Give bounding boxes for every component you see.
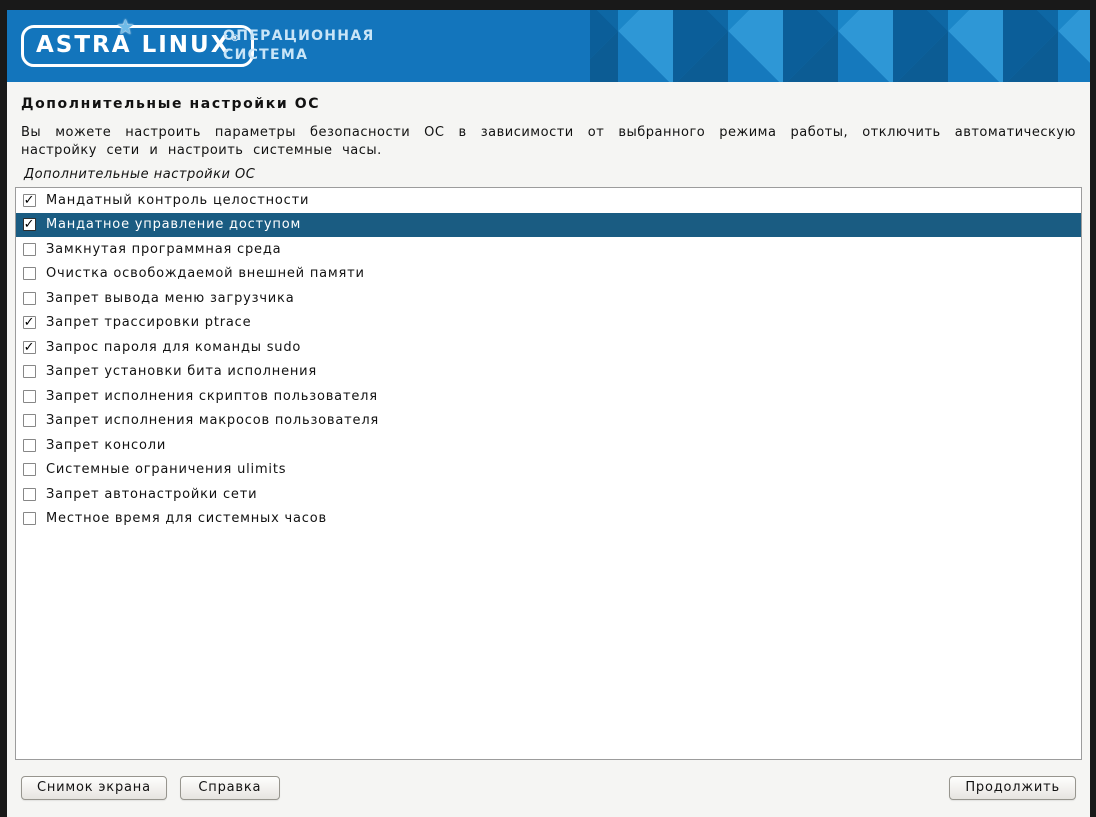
- list-item[interactable]: Очистка освобождаемой внешней памяти: [16, 262, 1081, 287]
- list-item[interactable]: Запрет вывода меню загрузчика: [16, 286, 1081, 311]
- list-item[interactable]: Запрет установки бита исполнения: [16, 360, 1081, 385]
- list-item-label: Мандатный контроль целостности: [46, 193, 309, 208]
- list-item-label: Запрет консоли: [46, 438, 166, 453]
- continue-button[interactable]: Продолжить: [949, 776, 1076, 800]
- header-banner: ★ ASTRA LINUX® ОПЕРАЦИОННАЯ СИСТЕМА: [7, 10, 1090, 82]
- checkbox-icon[interactable]: [23, 488, 36, 501]
- list-item[interactable]: Системные ограничения ulimits: [16, 458, 1081, 483]
- checkbox-icon[interactable]: ✓: [23, 194, 36, 207]
- list-item-label: Запрет вывода меню загрузчика: [46, 291, 294, 306]
- list-item-label: Очистка освобождаемой внешней памяти: [46, 266, 365, 281]
- checkbox-icon[interactable]: ✓: [23, 218, 36, 231]
- checkbox-icon[interactable]: [23, 512, 36, 525]
- checkbox-icon[interactable]: ✓: [23, 341, 36, 354]
- list-item[interactable]: Замкнутая программная среда: [16, 237, 1081, 262]
- list-item-label: Запрет трассировки ptrace: [46, 315, 251, 330]
- star-icon: ★: [116, 14, 137, 40]
- checkbox-icon[interactable]: [23, 390, 36, 403]
- checkbox-icon[interactable]: [23, 463, 36, 476]
- page-description: Вы можете настроить параметры безопаснос…: [21, 124, 1076, 160]
- list-item-label: Запрет исполнения скриптов пользователя: [46, 389, 378, 404]
- brand-caption: ОПЕРАЦИОННАЯ СИСТЕМА: [223, 27, 375, 65]
- options-group-label: Дополнительные настройки ОС: [24, 167, 1076, 182]
- header-pattern: [590, 10, 1090, 82]
- page-title: Дополнительные настройки ОС: [21, 96, 1076, 112]
- list-item[interactable]: ✓ Запрос пароля для команды sudo: [16, 335, 1081, 360]
- brand-line1: ОПЕРАЦИОННАЯ: [223, 27, 375, 46]
- list-item-label: Запрос пароля для команды sudo: [46, 340, 301, 355]
- checkbox-icon[interactable]: [23, 243, 36, 256]
- list-item[interactable]: ✓ Мандатное управление доступом: [16, 213, 1081, 238]
- installer-window: ★ ASTRA LINUX® ОПЕРАЦИОННАЯ СИСТЕМА Допо…: [7, 10, 1090, 817]
- astra-linux-logo: ★ ASTRA LINUX®: [21, 25, 254, 67]
- checkbox-icon[interactable]: [23, 365, 36, 378]
- list-item-label: Замкнутая программная среда: [46, 242, 281, 257]
- list-item-label: Местное время для системных часов: [46, 511, 327, 526]
- footer-bar: Снимок экрана Справка Продолжить: [7, 760, 1090, 817]
- list-item-label: Запрет автонастройки сети: [46, 487, 257, 502]
- checkbox-icon[interactable]: [23, 414, 36, 427]
- list-item[interactable]: ✓ Запрет трассировки ptrace: [16, 311, 1081, 336]
- list-item-label: Запрет исполнения макросов пользователя: [46, 413, 379, 428]
- list-item-label: Мандатное управление доступом: [46, 217, 301, 232]
- screenshot-button[interactable]: Снимок экрана: [21, 776, 167, 800]
- brand-line2: СИСТЕМА: [223, 46, 375, 65]
- list-item[interactable]: Запрет исполнения макросов пользователя: [16, 409, 1081, 434]
- list-item[interactable]: Запрет консоли: [16, 433, 1081, 458]
- page-content: Дополнительные настройки ОС Вы можете на…: [7, 82, 1090, 817]
- checkbox-icon[interactable]: [23, 439, 36, 452]
- checkbox-icon[interactable]: ✓: [23, 316, 36, 329]
- checkbox-icon[interactable]: [23, 292, 36, 305]
- list-item[interactable]: Местное время для системных часов: [16, 507, 1081, 532]
- list-item[interactable]: Запрет автонастройки сети: [16, 482, 1081, 507]
- list-item[interactable]: Запрет исполнения скриптов пользователя: [16, 384, 1081, 409]
- list-item-label: Запрет установки бита исполнения: [46, 364, 317, 379]
- help-button[interactable]: Справка: [180, 776, 280, 800]
- list-item-label: Системные ограничения ulimits: [46, 462, 286, 477]
- list-item[interactable]: ✓ Мандатный контроль целостности: [16, 188, 1081, 213]
- checkbox-icon[interactable]: [23, 267, 36, 280]
- options-list[interactable]: ✓ Мандатный контроль целостности ✓ Манда…: [15, 187, 1082, 760]
